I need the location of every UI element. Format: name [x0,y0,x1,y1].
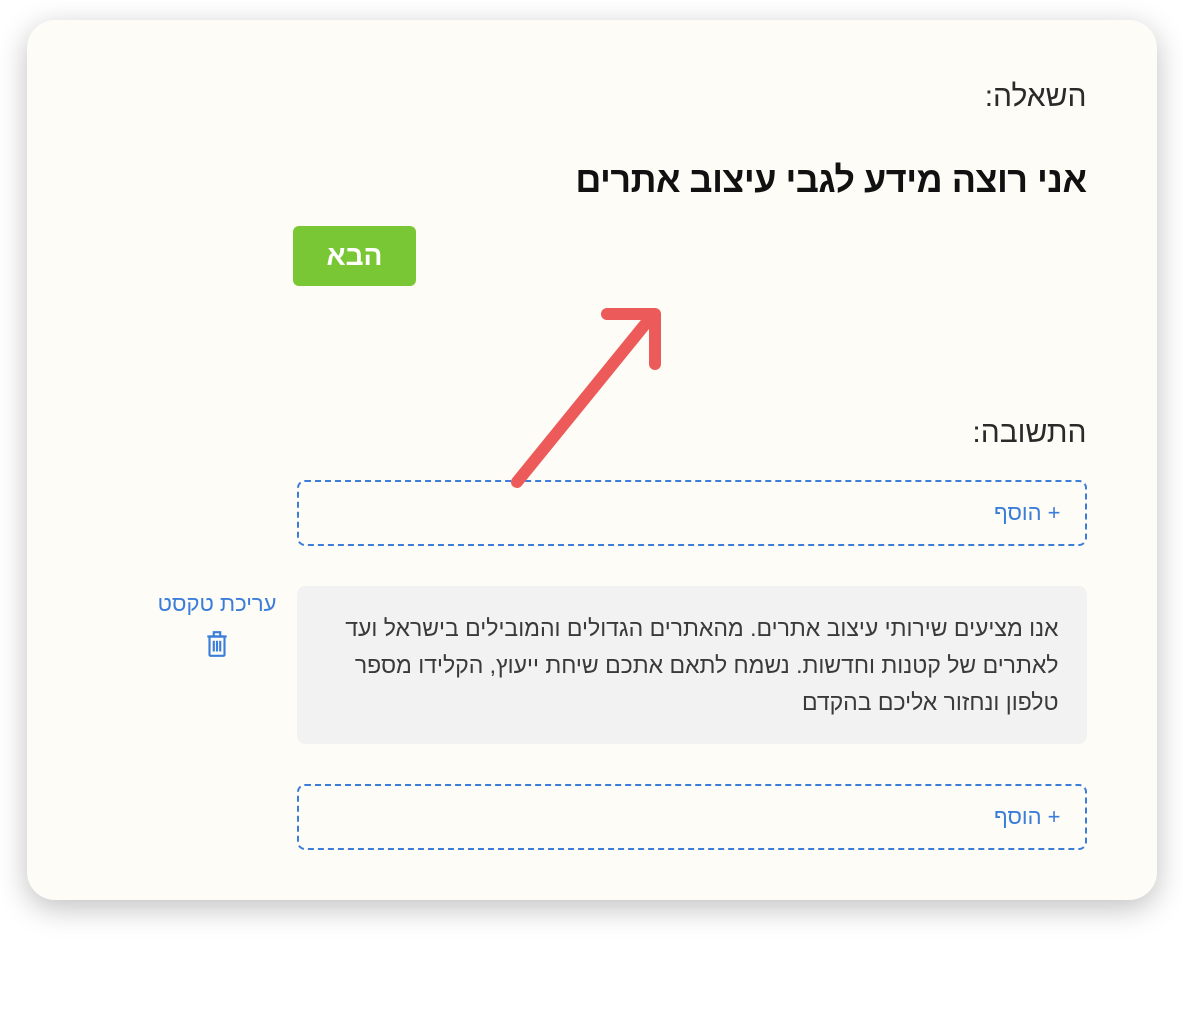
arrow-icon [497,292,677,492]
editor-card: השאלה: אני רוצה מידע לגבי עיצוב אתרים הב… [27,20,1157,900]
add-answer-bottom[interactable]: + הוסף [297,784,1087,850]
next-button[interactable]: הבא [293,226,417,286]
arrow-annotation [97,306,1087,506]
answer-section: אנו מציעים שירותי עיצוב אתרים. מהאתרים ה… [97,586,1087,744]
trash-icon[interactable] [204,629,230,659]
edit-text-link[interactable]: עריכת טקסט [158,591,277,617]
answer-content: אנו מציעים שירותי עיצוב אתרים. מהאתרים ה… [297,586,1087,744]
answer-actions: עריכת טקסט [158,586,277,659]
question-label: השאלה: [97,80,1087,114]
question-text: אני רוצה מידע לגבי עיצוב אתרים [97,159,1087,201]
